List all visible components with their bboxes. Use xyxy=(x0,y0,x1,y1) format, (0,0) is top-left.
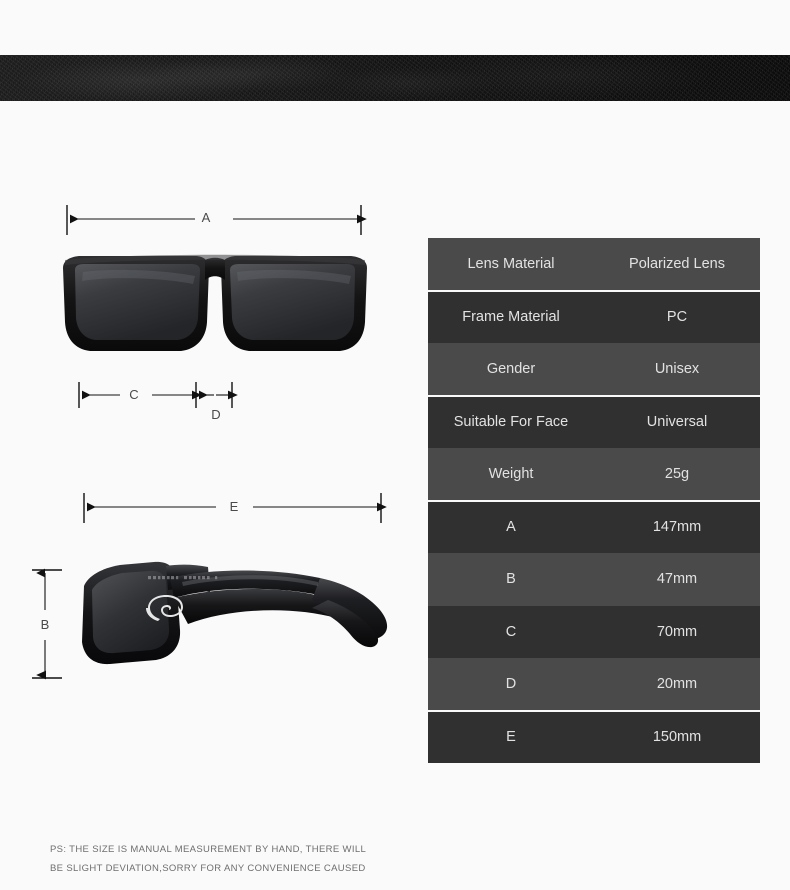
table-row: E 150mm xyxy=(428,709,760,763)
table-row: D 20mm xyxy=(428,658,760,711)
bridge xyxy=(205,257,225,280)
spec-key: Frame Material xyxy=(428,289,594,343)
spec-key: D xyxy=(428,658,594,711)
table-row: Suitable For Face Universal xyxy=(428,394,760,448)
spec-key: Weight xyxy=(428,448,594,501)
table-row: Frame Material PC xyxy=(428,289,760,343)
dimension-label-d: D xyxy=(211,407,221,422)
spec-key: Lens Material xyxy=(428,238,594,291)
specification-table: Lens Material Polarized Lens Frame Mater… xyxy=(428,238,760,763)
sunglasses-front-view xyxy=(63,254,367,351)
disclaimer-line-2: BE SLIGHT DEVIATION,SORRY FOR ANY CONVEN… xyxy=(50,863,366,874)
spec-key: Gender xyxy=(428,343,594,396)
table-row: C 70mm xyxy=(428,605,760,658)
spec-key: E xyxy=(428,709,594,763)
disclaimer-line-1: PS: THE SIZE IS MANUAL MEASUREMENT BY HA… xyxy=(50,844,367,855)
table-row: B 47mm xyxy=(428,553,760,606)
top-texture-banner xyxy=(0,55,790,101)
spec-value: Polarized Lens xyxy=(594,238,760,291)
table-row: A 147mm xyxy=(428,499,760,553)
spec-key: Suitable For Face xyxy=(428,394,594,448)
table-row: Gender Unisex xyxy=(428,343,760,396)
spec-value: 150mm xyxy=(594,709,760,763)
spec-value: 70mm xyxy=(594,605,760,658)
sunglasses-side-view xyxy=(82,561,388,665)
spec-value: 25g xyxy=(594,448,760,501)
dimension-label-e: E xyxy=(229,499,239,514)
temple-lower xyxy=(174,589,336,624)
dimension-line-d xyxy=(199,382,238,408)
dimension-lines-layer xyxy=(32,205,387,680)
specification-table-body: Lens Material Polarized Lens Frame Mater… xyxy=(428,238,760,763)
table-row: Weight 25g xyxy=(428,448,760,501)
dimension-label-b: B xyxy=(40,617,50,632)
dimension-label-a: A xyxy=(201,210,211,225)
spec-key: A xyxy=(428,499,594,553)
dimension-label-c: C xyxy=(129,387,139,402)
spec-value: PC xyxy=(594,289,760,343)
spec-value: Universal xyxy=(594,394,760,448)
spec-value: Unisex xyxy=(594,343,760,396)
measurement-disclaimer: PS: THE SIZE IS MANUAL MEASUREMENT BY HA… xyxy=(50,840,390,878)
spec-value: 20mm xyxy=(594,658,760,711)
spec-value: 47mm xyxy=(594,553,760,606)
table-row: Lens Material Polarized Lens xyxy=(428,238,760,291)
product-diagram-panel: A B C D E PS: THE SIZE IS MANUAL MEASURE… xyxy=(0,110,428,874)
spec-key: B xyxy=(428,553,594,606)
dimension-line-a xyxy=(66,205,367,235)
side-lens xyxy=(92,570,170,654)
spec-key: C xyxy=(428,605,594,658)
spec-value: 147mm xyxy=(594,499,760,553)
